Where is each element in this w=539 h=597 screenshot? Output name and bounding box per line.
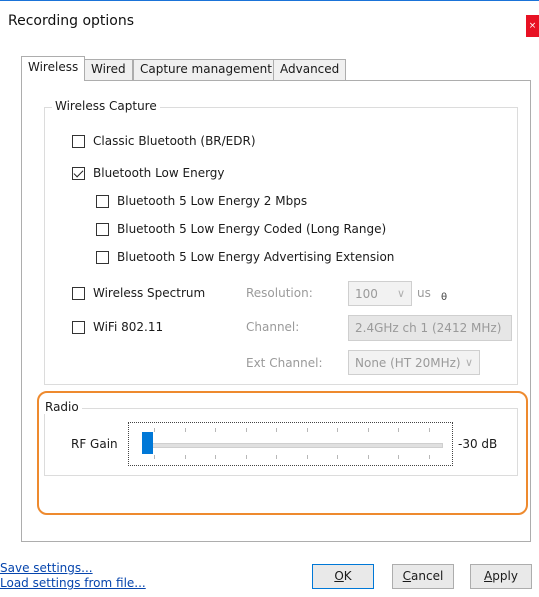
classic-bluetooth-option[interactable]: Classic Bluetooth (BR/EDR) [72, 134, 256, 148]
cancel-button[interactable]: Cancel [392, 564, 454, 589]
ble-coded-checkbox[interactable] [96, 222, 109, 236]
ble-2mbps-checkbox[interactable] [96, 194, 109, 208]
cancel-mnemonic: C [402, 569, 412, 583]
ble-coded-label: Bluetooth 5 Low Energy Coded (Long Range… [117, 222, 387, 236]
ok-rest: K [343, 569, 352, 583]
channel-label: Channel: [246, 320, 300, 334]
cancel-rest: ancel [411, 569, 444, 583]
wireless-capture-title: Wireless Capture [52, 99, 160, 113]
chevron-down-icon: ∨ [464, 356, 473, 369]
apply-rest: pply [492, 569, 518, 583]
wifi-option[interactable]: WiFi 802.11 [72, 320, 163, 334]
apply-button[interactable]: Apply [470, 564, 532, 589]
wireless-capture-group: Wireless Capture [44, 99, 518, 385]
load-settings-link[interactable]: Load settings from file... [0, 576, 146, 590]
ble-adv-ext-label: Bluetooth 5 Low Energy Advertising Exten… [117, 250, 395, 264]
ble-adv-ext-checkbox[interactable] [96, 250, 109, 264]
highlight-annotation [37, 391, 528, 515]
tab-advanced[interactable]: Advanced [273, 59, 347, 80]
ok-mnemonic: O [334, 569, 344, 583]
wifi-checkbox[interactable] [72, 320, 85, 334]
channel-field[interactable]: 2.4GHz ch 1 (2412 MHz) [348, 315, 512, 341]
wireless-spectrum-option[interactable]: Wireless Spectrum [72, 286, 205, 300]
chevron-down-icon: ∨ [396, 287, 405, 300]
ok-button[interactable]: OK [312, 564, 374, 589]
tab-capture-management[interactable]: Capture management [133, 59, 279, 80]
ble-adv-ext-option[interactable]: Bluetooth 5 Low Energy Advertising Exten… [96, 250, 394, 264]
resolution-unit-suffix: θ [441, 292, 448, 303]
classic-bluetooth-label: Classic Bluetooth (BR/EDR) [93, 134, 256, 148]
resolution-select[interactable]: 100 ∨ [348, 281, 412, 306]
close-icon[interactable]: × [526, 15, 539, 37]
tab-wired[interactable]: Wired [84, 59, 133, 80]
ble-checkbox[interactable] [72, 166, 85, 180]
ble-option[interactable]: Bluetooth Low Energy [72, 166, 225, 180]
save-settings-link[interactable]: Save settings... [0, 561, 93, 575]
resolution-value: 100 [355, 287, 378, 301]
resolution-unit: us [417, 286, 431, 300]
ble-label: Bluetooth Low Energy [93, 166, 225, 180]
ble-coded-option[interactable]: Bluetooth 5 Low Energy Coded (Long Range… [96, 222, 386, 236]
tab-wireless[interactable]: Wireless [21, 56, 86, 81]
ext-channel-select[interactable]: None (HT 20MHz) ∨ [348, 350, 480, 375]
wifi-label: WiFi 802.11 [93, 320, 164, 334]
window-top-border [0, 0, 539, 1]
ext-channel-label: Ext Channel: [246, 356, 323, 370]
ble-2mbps-option[interactable]: Bluetooth 5 Low Energy 2 Mbps [96, 194, 307, 208]
window-title: Recording options [8, 13, 135, 29]
wireless-spectrum-checkbox[interactable] [72, 286, 85, 300]
wireless-spectrum-label: Wireless Spectrum [93, 286, 206, 300]
ext-channel-value: None (HT 20MHz) [355, 356, 461, 370]
ble-2mbps-label: Bluetooth 5 Low Energy 2 Mbps [117, 194, 308, 208]
resolution-label: Resolution: [246, 286, 313, 300]
classic-bluetooth-checkbox[interactable] [72, 134, 85, 148]
